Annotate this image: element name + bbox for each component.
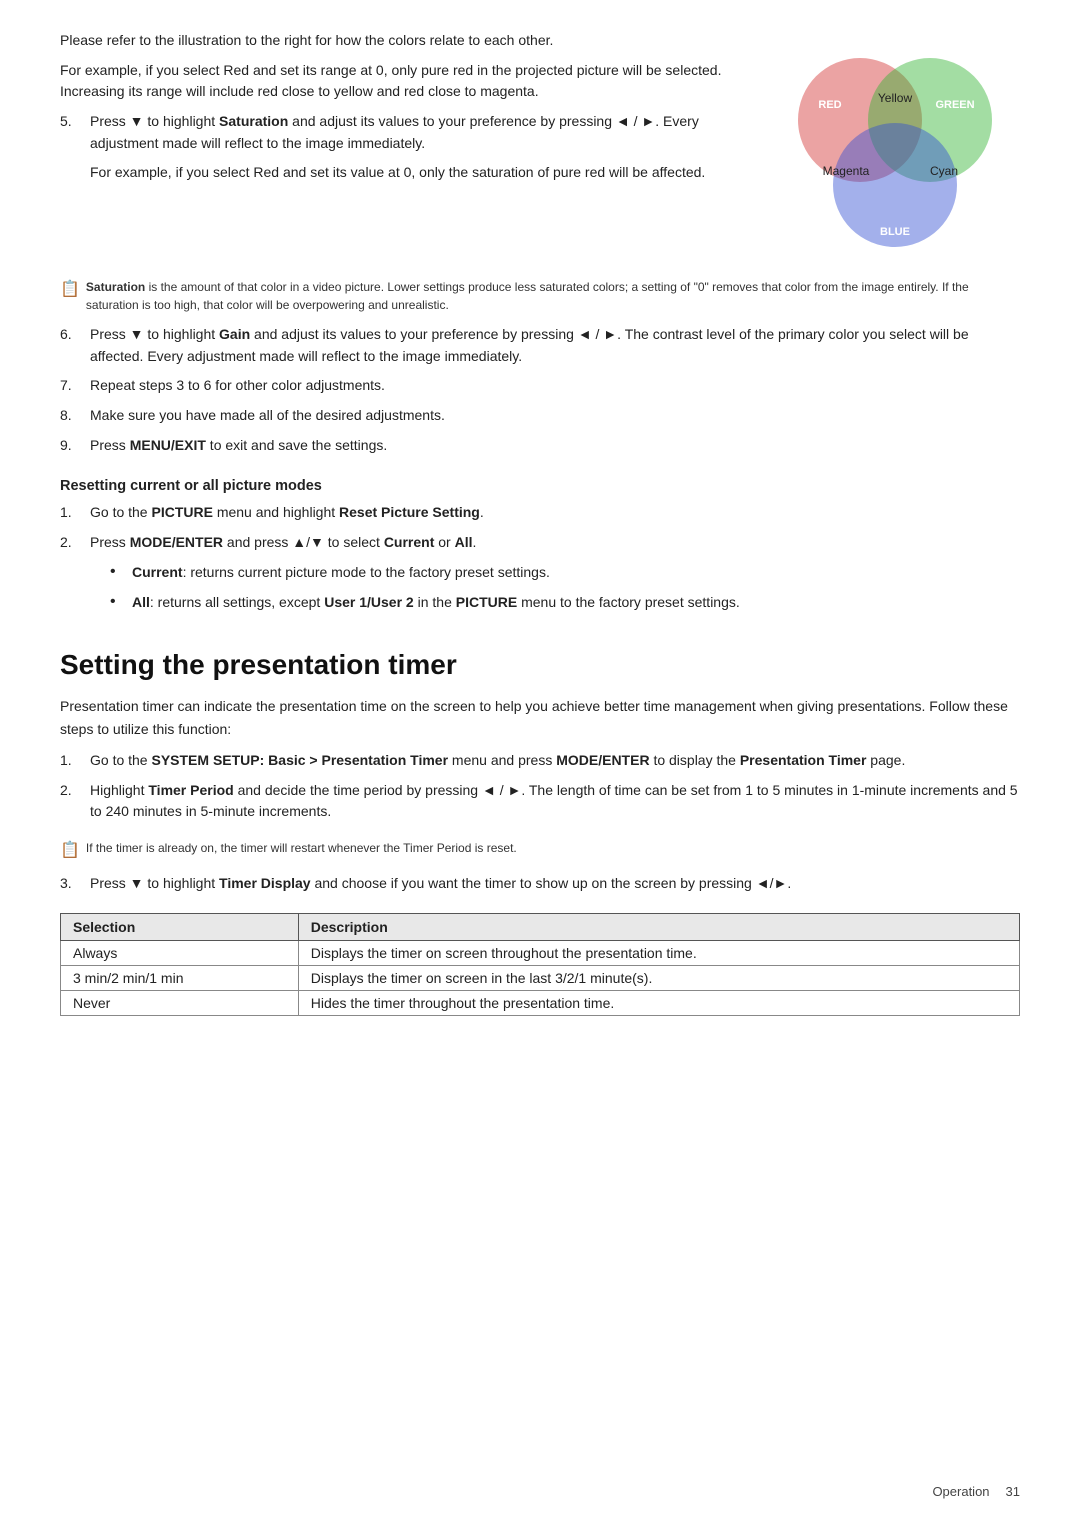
- current-bold-2: Current: [132, 564, 183, 580]
- reset-picture-bold: Reset Picture Setting: [339, 504, 480, 520]
- bullet-current-text: Current: returns current picture mode to…: [132, 562, 1020, 584]
- blue-label: BLUE: [880, 226, 910, 238]
- table-row: Always Displays the timer on screen thro…: [61, 940, 1020, 965]
- system-setup-bold: SYSTEM SETUP: Basic > Presentation Timer: [151, 752, 448, 768]
- saturation-bold: Saturation: [219, 113, 288, 129]
- reset-num-1: 1.: [60, 502, 90, 524]
- note-saturation: 📋 Saturation is the amount of that color…: [60, 278, 1020, 314]
- reset-bullets: • Current: returns current picture mode …: [110, 562, 1020, 613]
- timer-num-2: 2.: [60, 780, 90, 802]
- reset-item-2: 2. Press MODE/ENTER and press ▲/▼ to sel…: [60, 532, 1020, 554]
- gain-bold: Gain: [219, 326, 250, 342]
- bullet-all: • All: returns all settings, except User…: [110, 592, 1020, 614]
- timer-step-3: 3. Press ▼ to highlight Timer Display an…: [60, 873, 1020, 895]
- table-header-description: Description: [298, 913, 1019, 940]
- green-label: GREEN: [935, 99, 974, 111]
- item-5-text: Press ▼ to highlight Saturation and adju…: [90, 111, 740, 154]
- note-timer-text: If the timer is already on, the timer wi…: [86, 839, 517, 857]
- all-bold: All: [455, 534, 473, 550]
- cyan-label: Cyan: [930, 164, 958, 178]
- list-item-5: 5. Press ▼ to highlight Saturation and a…: [60, 111, 740, 154]
- note-icon-1: 📋: [60, 278, 80, 302]
- timer-text-1: Go to the SYSTEM SETUP: Basic > Presenta…: [90, 750, 1020, 772]
- all-bold-2: All: [132, 594, 150, 610]
- color-diagram: RED GREEN BLUE Yellow Magenta Cyan: [760, 30, 1020, 260]
- yellow-label: Yellow: [878, 91, 913, 105]
- page-content: Please refer to the illustration to the …: [60, 30, 1020, 1016]
- timer-text-3: Press ▼ to highlight Timer Display and c…: [90, 873, 1020, 895]
- chapter-intro: Presentation timer can indicate the pres…: [60, 695, 1020, 740]
- picture-bold-1: PICTURE: [151, 504, 212, 520]
- user1user2-bold: User 1/User 2: [324, 594, 414, 610]
- table-cell-never: Never: [61, 990, 299, 1015]
- table-cell-always-desc: Displays the timer on screen throughout …: [298, 940, 1019, 965]
- item-9-text: Press MENU/EXIT to exit and save the set…: [90, 435, 1020, 457]
- page-footer: Operation 31: [932, 1484, 1020, 1499]
- picture-bold-2: PICTURE: [456, 594, 517, 610]
- timer-step-1: 1. Go to the SYSTEM SETUP: Basic > Prese…: [60, 750, 1020, 772]
- reset-text-1: Go to the PICTURE menu and highlight Res…: [90, 502, 1020, 524]
- list-item-6: 6. Press ▼ to highlight Gain and adjust …: [60, 324, 1020, 367]
- menu-exit-bold: MENU/EXIT: [130, 437, 206, 453]
- item-8-num: 8.: [60, 405, 90, 427]
- note-saturation-text: Saturation is the amount of that color i…: [86, 278, 1020, 314]
- item-7-text: Repeat steps 3 to 6 for other color adju…: [90, 375, 1020, 397]
- note-timer: 📋 If the timer is already on, the timer …: [60, 839, 1020, 863]
- bullet-dot-1: •: [110, 562, 132, 583]
- top-section: Please refer to the illustration to the …: [60, 30, 1020, 260]
- list-item-7: 7. Repeat steps 3 to 6 for other color a…: [60, 375, 1020, 397]
- item-9-num: 9.: [60, 435, 90, 457]
- bullet-all-text: All: returns all settings, except User 1…: [132, 592, 1020, 614]
- mode-enter-bold-2: MODE/ENTER: [556, 752, 649, 768]
- venn-svg: RED GREEN BLUE Yellow Magenta Cyan: [770, 40, 1010, 260]
- footer-label: Operation: [932, 1484, 989, 1499]
- item-6-num: 6.: [60, 324, 90, 346]
- para-colors-intro: Please refer to the illustration to the …: [60, 30, 740, 52]
- para-red-example: For example, if you select Red and set i…: [60, 60, 740, 103]
- table-header-selection: Selection: [61, 913, 299, 940]
- note-icon-2: 📋: [60, 839, 80, 863]
- reset-heading: Resetting current or all picture modes: [60, 478, 1020, 494]
- current-bold: Current: [384, 534, 435, 550]
- para-saturation-example: For example, if you select Red and set i…: [90, 162, 740, 184]
- presentation-timer-bold: Presentation Timer: [740, 752, 867, 768]
- table-cell-always: Always: [61, 940, 299, 965]
- top-text-block: Please refer to the illustration to the …: [60, 30, 740, 260]
- item-5-num: 5.: [60, 111, 90, 133]
- reset-text-2: Press MODE/ENTER and press ▲/▼ to select…: [90, 532, 1020, 554]
- footer-page: 31: [1006, 1484, 1020, 1499]
- item-8-text: Make sure you have made all of the desir…: [90, 405, 1020, 427]
- timer-num-3: 3.: [60, 873, 90, 895]
- chapter-title: Setting the presentation timer: [60, 649, 1020, 681]
- timer-display-bold: Timer Display: [219, 875, 311, 891]
- red-label: RED: [818, 99, 841, 111]
- reset-item-1: 1. Go to the PICTURE menu and highlight …: [60, 502, 1020, 524]
- table-row: Never Hides the timer throughout the pre…: [61, 990, 1020, 1015]
- reset-num-2: 2.: [60, 532, 90, 554]
- table-cell-never-desc: Hides the timer throughout the presentat…: [298, 990, 1019, 1015]
- timer-table: Selection Description Always Displays th…: [60, 913, 1020, 1016]
- bullet-dot-2: •: [110, 592, 132, 613]
- timer-num-1: 1.: [60, 750, 90, 772]
- magenta-label: Magenta: [823, 164, 870, 178]
- bullet-current: • Current: returns current picture mode …: [110, 562, 1020, 584]
- table-row: 3 min/2 min/1 min Displays the timer on …: [61, 965, 1020, 990]
- table-cell-3min: 3 min/2 min/1 min: [61, 965, 299, 990]
- list-item-9: 9. Press MENU/EXIT to exit and save the …: [60, 435, 1020, 457]
- timer-step-2: 2. Highlight Timer Period and decide the…: [60, 780, 1020, 823]
- table-cell-3min-desc: Displays the timer on screen in the last…: [298, 965, 1019, 990]
- timer-text-2: Highlight Timer Period and decide the ti…: [90, 780, 1020, 823]
- list-item-8: 8. Make sure you have made all of the de…: [60, 405, 1020, 427]
- items-6-to-9: 6. Press ▼ to highlight Gain and adjust …: [60, 324, 1020, 464]
- item-7-num: 7.: [60, 375, 90, 397]
- table-header-row: Selection Description: [61, 913, 1020, 940]
- reset-section: Resetting current or all picture modes 1…: [60, 464, 1020, 621]
- timer-steps: 1. Go to the SYSTEM SETUP: Basic > Prese…: [60, 750, 1020, 831]
- mode-enter-bold-1: MODE/ENTER: [130, 534, 223, 550]
- item-6-text: Press ▼ to highlight Gain and adjust its…: [90, 324, 1020, 367]
- timer-period-bold: Timer Period: [148, 782, 233, 798]
